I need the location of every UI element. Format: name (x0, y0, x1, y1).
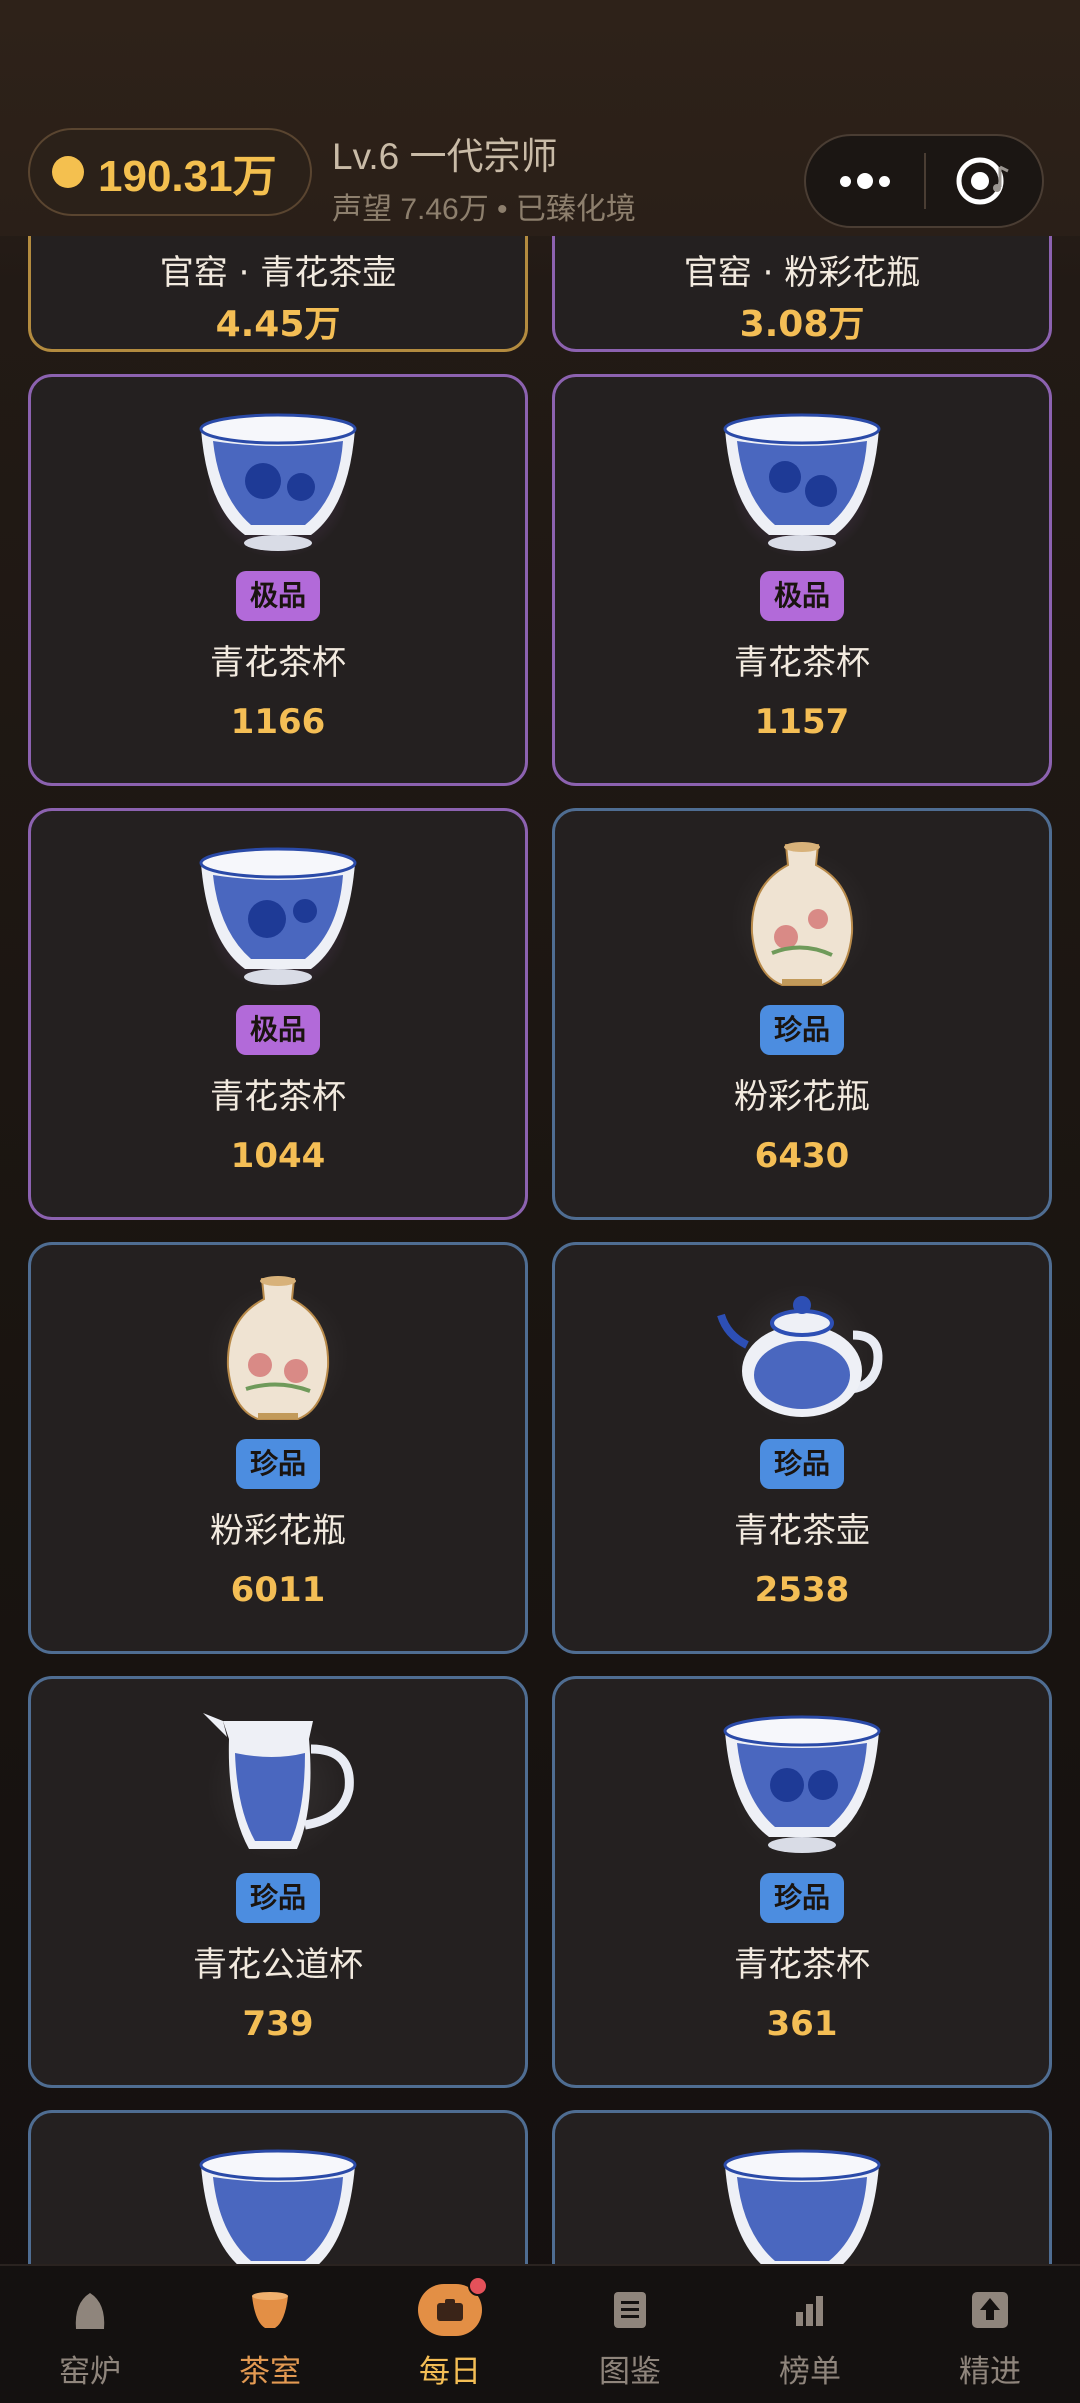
tier-badge: 珍品 (235, 1439, 320, 1489)
more-dot-icon (879, 175, 890, 187)
nav-label: 精进 (959, 2354, 1021, 2390)
item-name: 官窑 · 青花茶壶 (159, 253, 397, 293)
tier-badge: 珍品 (759, 1005, 844, 1055)
item-value: 6011 (230, 1570, 326, 1610)
blue-white-teacup-icon (723, 2149, 881, 2264)
item-card[interactable]: 极品 青花茶杯 1044 (28, 808, 528, 1220)
coin-balance[interactable]: 190.31万 (28, 128, 312, 216)
nav-label: 榜单 (779, 2354, 841, 2390)
tier-badge: 极品 (235, 571, 320, 621)
item-name: 官窑 · 粉彩花瓶 (683, 253, 921, 293)
item-name: 青花茶壶 (734, 1511, 870, 1551)
item-card[interactable]: 珍品 粉彩花瓶 6011 (28, 1242, 528, 1654)
item-card[interactable]: 珍品 青花公道杯 739 (28, 1676, 528, 2088)
reputation-info: 声望 7.46万 • 已臻化境 (332, 193, 636, 226)
notification-dot (468, 2276, 488, 2296)
item-name: 青花茶杯 (734, 643, 870, 683)
close-miniprogram-button[interactable] (926, 153, 1042, 209)
item-name: 粉彩花瓶 (210, 1511, 346, 1551)
player-level: Lv.6 一代宗师 (332, 136, 558, 177)
nav-label: 图鉴 (599, 2354, 661, 2390)
famille-rose-vase-icon (750, 842, 854, 986)
tier-badge: 珍品 (759, 1439, 844, 1489)
tea-cup-icon (238, 2286, 302, 2334)
item-value: 1166 (230, 702, 326, 742)
tier-badge: 极品 (759, 571, 844, 621)
item-value: 739 (242, 2004, 314, 2044)
nav-label: 茶室 (239, 2354, 301, 2390)
item-card[interactable]: 官窑 · 粉彩花瓶 3.08万 (552, 236, 1052, 352)
item-card[interactable]: 珍品 青花茶杯 361 (552, 1676, 1052, 2088)
nav-label: 窑炉 (59, 2354, 121, 2390)
upgrade-icon (958, 2286, 1022, 2334)
tier-badge: 珍品 (235, 1873, 320, 1923)
item-card[interactable] (552, 2110, 1052, 2264)
blue-white-teacup-icon (199, 847, 357, 985)
item-card[interactable]: 极品 青花茶杯 1166 (28, 374, 528, 786)
nav-upgrade[interactable]: 精进 (900, 2266, 1080, 2403)
item-name: 青花茶杯 (734, 1945, 870, 1985)
item-card[interactable]: 珍品 粉彩花瓶 6430 (552, 808, 1052, 1220)
blue-white-teapot-icon (717, 1296, 883, 1417)
item-card[interactable]: 官窑 · 青花茶壶 4.45万 (28, 236, 528, 352)
item-value: 4.45万 (215, 304, 341, 345)
item-value: 1044 (230, 1136, 326, 1176)
kiln-icon (58, 2286, 122, 2334)
daily-gift-icon (418, 2276, 488, 2336)
nav-label: 每日 (419, 2354, 481, 2390)
item-card[interactable] (28, 2110, 528, 2264)
item-name: 粉彩花瓶 (734, 1077, 870, 1117)
item-name: 青花茶杯 (210, 1077, 346, 1117)
coin-value: 190.31万 (98, 152, 277, 201)
item-value: 6430 (754, 1136, 850, 1176)
blue-white-teacup-icon (199, 2149, 357, 2264)
daily-icon-wrap (418, 2276, 488, 2336)
more-button[interactable] (806, 136, 924, 226)
blue-white-teacup-icon (723, 413, 881, 551)
top-header: 190.31万 Lv.6 一代宗师 声望 7.46万 • 已臻化境 (0, 0, 1080, 236)
bottom-nav: 窑炉 茶室 每日 图鉴 榜单 精进 (0, 2264, 1080, 2403)
more-dot-icon (840, 175, 851, 187)
nav-kiln[interactable]: 窑炉 (0, 2266, 180, 2403)
miniprogram-capsule (804, 134, 1044, 228)
item-value: 1157 (754, 702, 850, 742)
tier-badge: 珍品 (759, 1873, 844, 1923)
item-card[interactable]: 极品 青花茶杯 1157 (552, 374, 1052, 786)
target-icon (956, 157, 1009, 205)
inventory-list[interactable]: 官窑 · 青花茶壶 4.45万 官窑 · 粉彩花瓶 3.08万 极品 青花茶杯 … (0, 236, 1080, 2264)
item-value: 361 (766, 2004, 838, 2044)
nav-catalog[interactable]: 图鉴 (540, 2266, 720, 2403)
item-name: 青花茶杯 (210, 643, 346, 683)
nav-daily[interactable]: 每日 (360, 2266, 540, 2403)
tier-badge: 极品 (235, 1005, 320, 1055)
blue-white-teacup-icon (199, 413, 357, 551)
coin-icon (52, 156, 84, 188)
item-value: 3.08万 (739, 304, 865, 345)
nav-ranking[interactable]: 榜单 (720, 2266, 900, 2403)
more-dot-icon (857, 173, 873, 189)
catalog-icon (598, 2286, 662, 2334)
item-card[interactable]: 珍品 青花茶壶 2538 (552, 1242, 1052, 1654)
nav-tearoom[interactable]: 茶室 (180, 2266, 360, 2403)
famille-rose-vase-icon (226, 1276, 330, 1420)
item-name: 青花公道杯 (193, 1945, 363, 1985)
item-value: 2538 (754, 1570, 850, 1610)
blue-white-pitcher-icon (203, 1713, 354, 1849)
blue-white-teacup-icon (723, 1715, 881, 1853)
ranking-icon (778, 2286, 842, 2334)
